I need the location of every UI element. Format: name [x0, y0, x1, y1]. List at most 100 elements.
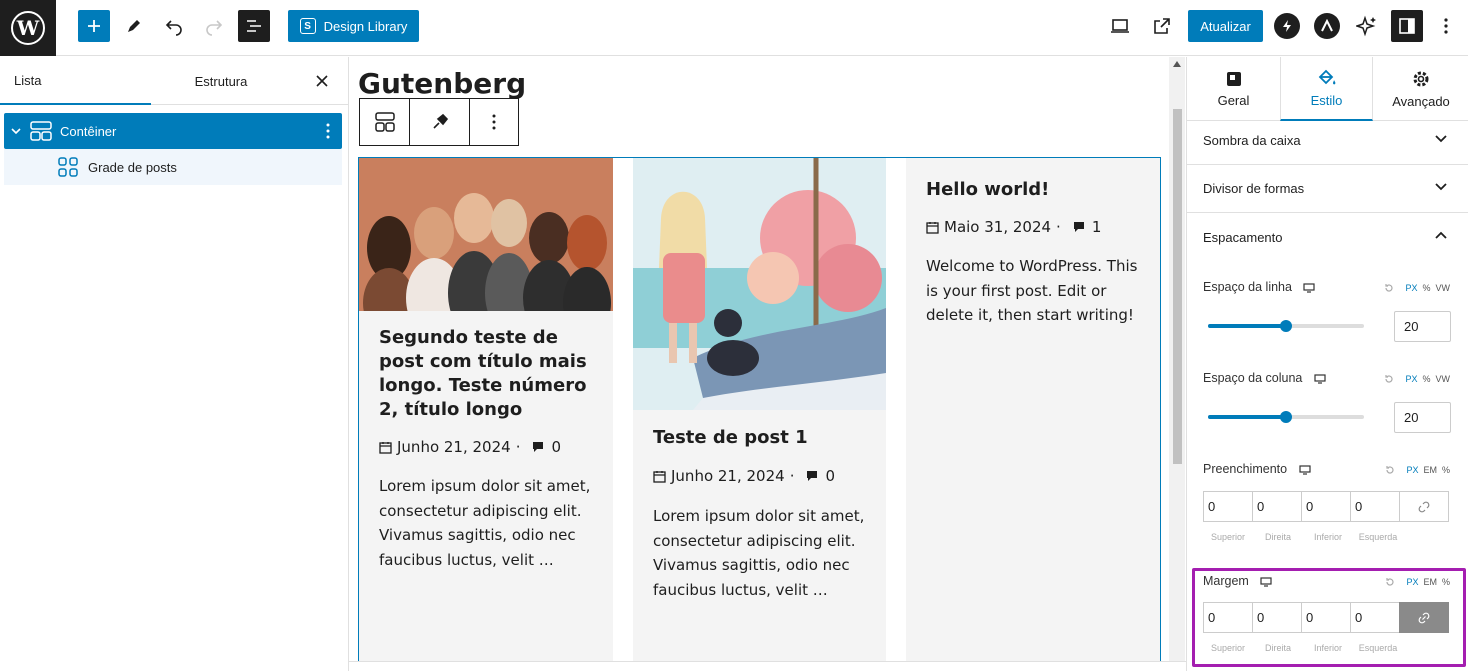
unit-percent[interactable]: %	[1442, 465, 1450, 475]
preview-device-button[interactable]	[1104, 10, 1136, 42]
plus-icon	[88, 20, 100, 32]
close-panel-button[interactable]	[308, 57, 336, 105]
tab-advanced[interactable]: Avançado	[1373, 57, 1468, 121]
calendar-icon	[653, 470, 666, 483]
panel-spacing[interactable]: Espacamento	[1187, 213, 1468, 261]
settings-sidebar-toggle[interactable]	[1391, 10, 1423, 42]
unit-em[interactable]: EM	[1423, 465, 1437, 475]
block-options-button[interactable]	[470, 99, 518, 145]
post-date: Junho 21, 2024	[671, 467, 785, 485]
container-block-icon	[374, 112, 395, 132]
tab-style-label: Estilo	[1310, 92, 1343, 108]
sparkles-icon	[1356, 15, 1376, 37]
tab-outline[interactable]: Estrutura	[151, 57, 291, 105]
post-featured-image	[359, 158, 613, 311]
column-gap-slider[interactable]	[1208, 411, 1364, 423]
panel-box-shadow[interactable]: Sombra da caixa	[1187, 117, 1468, 165]
post-meta: Maio 31, 2024 · 1	[926, 218, 1101, 236]
tab-list[interactable]: Lista	[0, 57, 151, 105]
block-type-button[interactable]	[360, 99, 410, 145]
padding-bottom-input[interactable]: 0	[1301, 491, 1351, 522]
padding-right-input[interactable]: 0	[1252, 491, 1302, 522]
column-gap-units: PX % VW	[1384, 374, 1450, 384]
settings-tabs: Geral Estilo Avançado	[1187, 57, 1468, 121]
redo-button[interactable]	[198, 10, 230, 42]
unit-vw[interactable]: VW	[1436, 374, 1451, 384]
tools-button[interactable]	[118, 10, 150, 42]
post-title[interactable]: Hello world!	[926, 178, 1146, 202]
list-item-posts-grid[interactable]: Grade de posts	[4, 149, 342, 185]
add-block-button[interactable]	[78, 10, 110, 42]
document-overview-button[interactable]	[238, 10, 270, 42]
unit-percent[interactable]: %	[1422, 374, 1430, 384]
slider-handle[interactable]	[1280, 411, 1292, 423]
padding-left-input[interactable]: 0	[1350, 491, 1400, 522]
calendar-icon	[379, 441, 392, 454]
row-gap-input[interactable]: 20	[1394, 311, 1451, 342]
padding-inputs: 0 0 0 0	[1203, 491, 1452, 522]
comment-icon	[807, 471, 818, 481]
unit-px[interactable]: PX	[1406, 465, 1418, 475]
tab-general[interactable]: Geral	[1187, 57, 1280, 121]
ai-assistant-button[interactable]	[1351, 10, 1383, 42]
post-excerpt: Lorem ipsum dolor sit amet, consectetur …	[379, 477, 591, 569]
laptop-icon	[1111, 19, 1129, 33]
list-view-icon	[247, 20, 261, 32]
options-menu-button[interactable]	[1434, 10, 1458, 42]
undo-button[interactable]	[158, 10, 190, 42]
column-gap-input[interactable]: 20	[1394, 402, 1451, 433]
unit-px[interactable]: PX	[1405, 283, 1417, 293]
post-card[interactable]: Teste de post 1 Junho 21, 2024 · 0 Lorem…	[633, 158, 886, 661]
plugin-button-astra[interactable]	[1312, 10, 1342, 42]
posts-grid-block[interactable]: Segundo teste de post com título mais lo…	[358, 157, 1161, 661]
sidebar-icon	[1399, 18, 1415, 34]
chevron-down-icon[interactable]	[10, 125, 22, 137]
svg-text:W: W	[16, 16, 40, 40]
list-item-label: Grade de posts	[88, 159, 177, 175]
desktop-icon[interactable]	[1314, 374, 1326, 384]
tab-advanced-label: Avançado	[1392, 93, 1450, 109]
panel-title: Espacamento	[1203, 229, 1283, 245]
unit-px[interactable]: PX	[1405, 374, 1417, 384]
list-item-container[interactable]: Contêiner	[4, 113, 342, 149]
paintbrush-icon	[432, 113, 448, 129]
more-vertical-icon	[492, 114, 496, 130]
design-library-button[interactable]: S Design Library	[288, 10, 419, 42]
unit-vw[interactable]: VW	[1436, 283, 1451, 293]
canvas-scrollbar[interactable]	[1169, 57, 1185, 661]
unlink-sides-button[interactable]	[1399, 491, 1449, 522]
post-card[interactable]: Segundo teste de post com título mais lo…	[359, 158, 613, 661]
post-title[interactable]: Segundo teste de post com título mais lo…	[379, 326, 599, 422]
post-title[interactable]: Teste de post 1	[653, 426, 873, 450]
desktop-icon[interactable]	[1303, 283, 1316, 293]
page-title[interactable]: Gutenberg	[358, 67, 526, 100]
scrollbar-thumb[interactable]	[1173, 109, 1182, 464]
reset-icon[interactable]	[1384, 283, 1394, 293]
post-comment-count: 0	[551, 438, 562, 456]
post-comment-count: 1	[1091, 218, 1102, 236]
more-vertical-icon[interactable]	[326, 123, 330, 139]
reset-icon[interactable]	[1384, 374, 1394, 384]
astra-logo-icon	[1314, 13, 1340, 39]
padding-top-input[interactable]: 0	[1203, 491, 1253, 522]
post-card[interactable]: Hello world! Maio 31, 2024 · 1 Welcome t…	[906, 158, 1160, 661]
row-gap-units: PX % VW	[1384, 283, 1450, 293]
desktop-icon[interactable]	[1298, 465, 1311, 475]
undo-icon	[165, 20, 182, 36]
panel-shape-divider[interactable]: Divisor de formas	[1187, 165, 1468, 213]
update-button[interactable]: Atualizar	[1188, 10, 1263, 42]
overview-tabs: Lista Estrutura	[0, 57, 348, 105]
block-toolbar	[359, 98, 519, 146]
reset-icon[interactable]	[1385, 465, 1395, 475]
slider-handle[interactable]	[1280, 320, 1292, 332]
design-library-label: Design Library	[323, 18, 408, 34]
scroll-up-icon[interactable]	[1173, 61, 1181, 67]
unit-percent[interactable]: %	[1422, 283, 1430, 293]
chevron-up-icon	[1435, 231, 1447, 239]
wordpress-logo-icon[interactable]: W	[0, 0, 56, 56]
copy-style-button[interactable]	[410, 99, 470, 145]
view-post-button[interactable]	[1146, 10, 1178, 42]
tab-style[interactable]: Estilo	[1280, 57, 1373, 121]
row-gap-slider[interactable]	[1208, 320, 1364, 332]
plugin-button-bolt[interactable]	[1272, 10, 1302, 42]
